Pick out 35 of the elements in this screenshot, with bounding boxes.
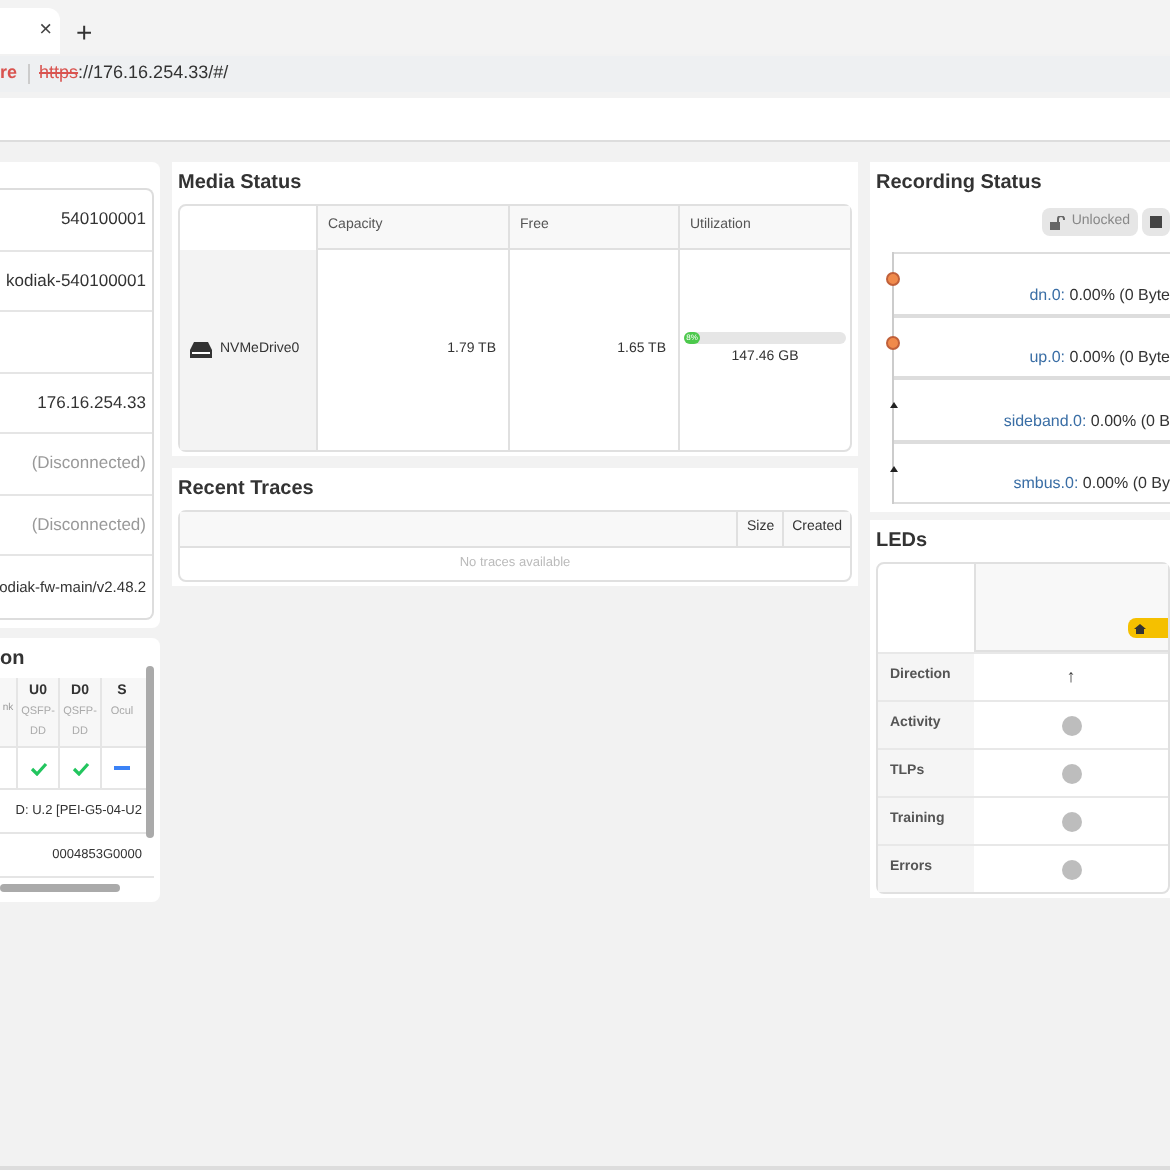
new-tab-button[interactable]: + (76, 18, 93, 46)
port-icon (886, 272, 900, 286)
home-icon (1134, 623, 1146, 633)
card-title: Recording Status (876, 170, 1044, 198)
direction-arrow: ↑ (1066, 663, 1076, 690)
info-value: kodiak-540100001 (6, 267, 146, 294)
scrollbar[interactable] (0, 884, 120, 892)
address-bar[interactable]: re https://176.16.254.33/#/ (0, 56, 1170, 92)
info-value: 176.16.254.33 (37, 389, 146, 416)
info-value: (Disconnected) (31, 450, 146, 477)
stop-button[interactable] (1142, 208, 1170, 236)
info-value: (Disconnected) (31, 511, 146, 538)
stop-icon (1150, 216, 1162, 228)
check-icon (71, 761, 89, 775)
channel-status: smbus.0: 0.00% (0 By (1013, 472, 1170, 496)
channel-status: up.0: 0.00% (0 Byte (1029, 346, 1170, 370)
security-label: re (0, 60, 18, 87)
url-text: https://176.16.254.33/#/ (39, 60, 229, 87)
close-tab-button[interactable]: × (39, 20, 52, 42)
dash-icon (114, 766, 130, 770)
card-title: Media Status (178, 170, 304, 198)
unlock-icon (1049, 215, 1066, 229)
port-icon (886, 335, 900, 349)
drive-icon (190, 342, 212, 358)
triangle-icon (890, 402, 898, 408)
channel-status: dn.0: 0.00% (0 Byte (1029, 283, 1170, 307)
triangle-icon (890, 465, 898, 471)
card-title: Recent Traces (178, 476, 316, 504)
card-title: LEDs (876, 528, 930, 556)
channel-status: sideband.0: 0.00% (0 B (1003, 409, 1170, 433)
info-value: 540100001 (60, 206, 146, 233)
check-icon (29, 761, 47, 775)
browser-tab[interactable]: × (0, 8, 60, 54)
card-title: on (0, 645, 27, 673)
scrollbar[interactable] (146, 665, 154, 837)
